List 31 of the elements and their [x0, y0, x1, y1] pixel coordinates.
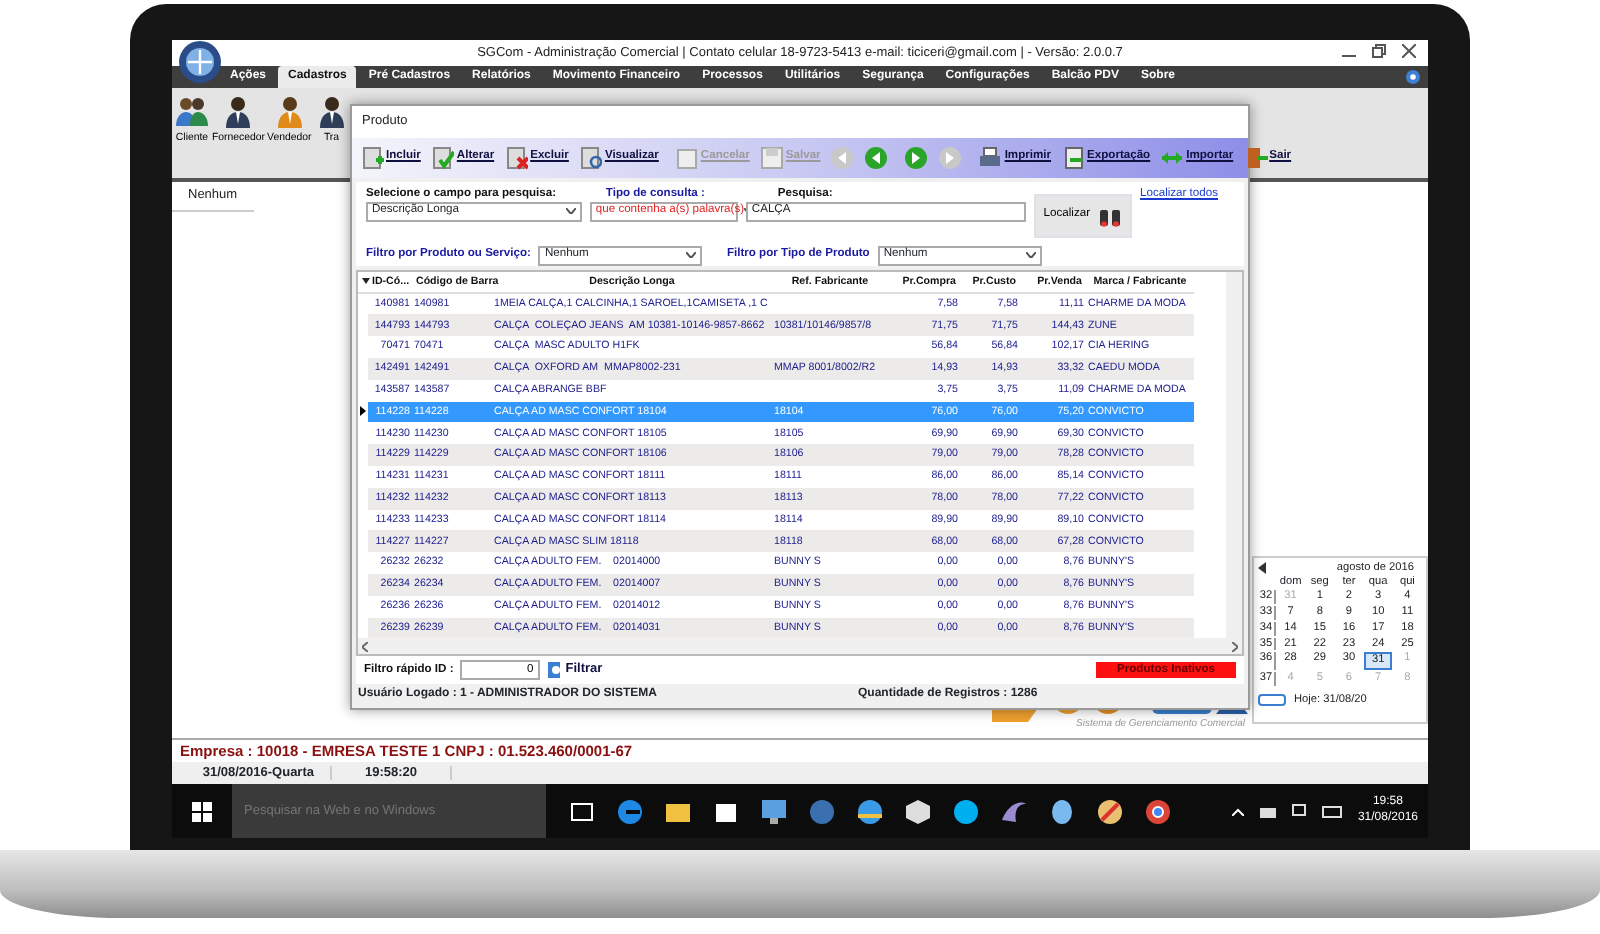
export-icon	[1061, 145, 1086, 170]
save-icon	[759, 145, 784, 170]
windows-icon[interactable]	[192, 801, 212, 821]
close-icon[interactable]	[1402, 44, 1416, 58]
row-pointer-icon	[360, 406, 366, 417]
view-icon	[578, 145, 603, 170]
previous-button[interactable]	[862, 143, 891, 172]
dropdown-icon	[1025, 252, 1036, 259]
keyboard-icon[interactable]	[1321, 805, 1342, 817]
horizontal-scrollbar[interactable]	[358, 638, 1242, 655]
sort-icon	[362, 278, 370, 285]
person-icon	[174, 94, 210, 130]
delete-icon	[504, 145, 529, 170]
add-icon	[360, 145, 384, 170]
scroll-right-icon[interactable]	[1232, 641, 1238, 652]
edit-icon	[430, 145, 455, 170]
door-icon	[1243, 145, 1268, 170]
restore-icon[interactable]	[1372, 44, 1386, 58]
printer-icon	[978, 145, 1003, 170]
dropdown-icon	[686, 252, 697, 259]
network-icon[interactable]	[1259, 805, 1276, 817]
help-icon[interactable]	[1406, 70, 1420, 84]
next-button[interactable]	[902, 143, 931, 172]
chevron-up-icon[interactable]	[1231, 807, 1244, 815]
today-marker	[1258, 693, 1286, 706]
message-icon[interactable]	[1291, 804, 1306, 818]
scroll-left-icon[interactable]	[362, 641, 368, 652]
previous-month-icon[interactable]	[1258, 562, 1268, 575]
cancel-icon	[674, 145, 699, 170]
dropdown-icon	[565, 208, 576, 215]
vertical-scrollbar[interactable]	[1226, 271, 1242, 639]
